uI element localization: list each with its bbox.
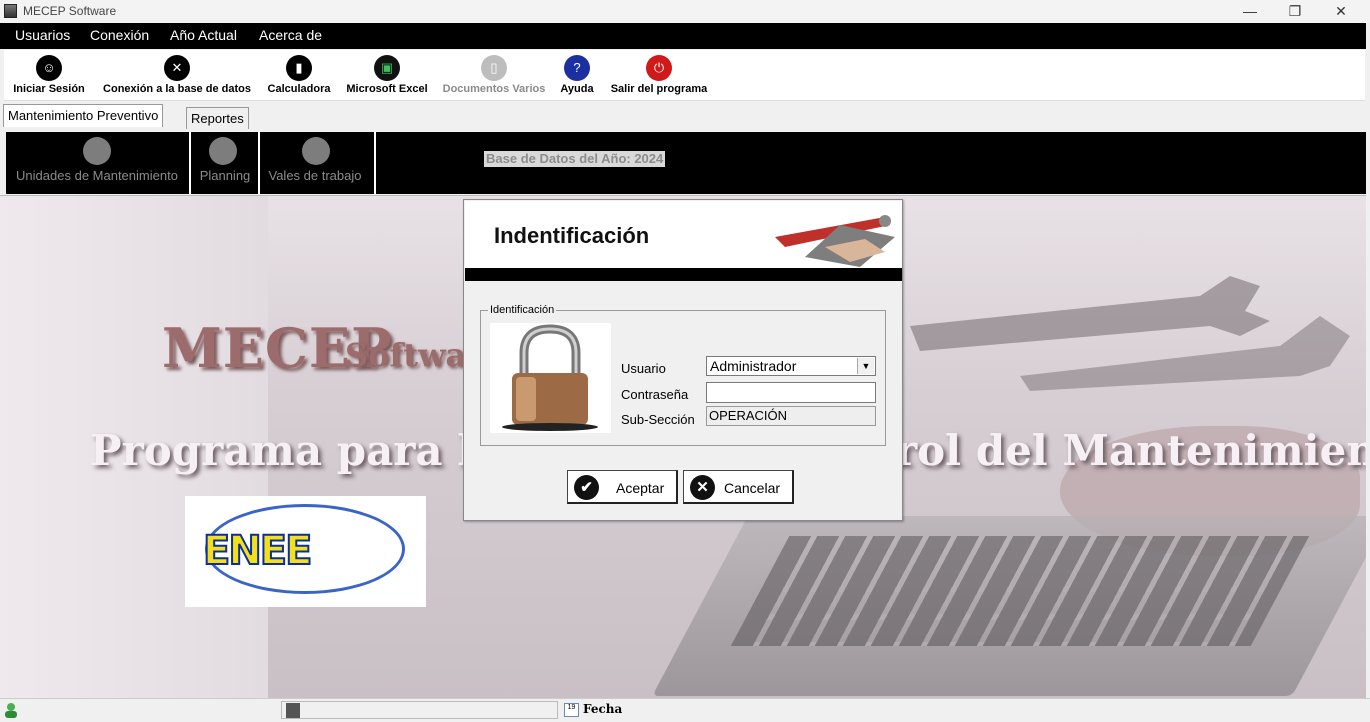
wrench-graphic [910, 276, 1350, 391]
background-subtitle-right: rol del Mantenimiento [895, 426, 1366, 475]
tab-strip: Mantenimiento Preventivo Reportes [0, 104, 1366, 129]
planning-icon [209, 137, 237, 165]
fecha-label: Fecha [583, 702, 623, 716]
usuario-selected-value: Administrador [710, 358, 797, 374]
user-login-icon: ☺ [36, 55, 62, 81]
close-icon: ✕ [690, 475, 715, 500]
calculadora-button[interactable]: ▮ Calculadora [265, 50, 333, 100]
usuario-select[interactable]: Administrador ▼ [706, 356, 876, 376]
ribbon-divider [258, 132, 260, 194]
power-icon: ⏻ [646, 55, 672, 81]
dialog-title: Indentificación [494, 223, 650, 248]
unidades-mantenimiento-button[interactable]: Unidades de Mantenimiento [6, 132, 188, 194]
keyboard-graphic [730, 536, 1310, 646]
tab-reportes[interactable]: Reportes [186, 107, 249, 129]
ribbon-panel: Unidades de Mantenimiento Planning Vales… [6, 132, 1366, 194]
document-icon: ▯ [481, 55, 507, 81]
planning-button[interactable]: Planning [192, 132, 258, 194]
app-icon [4, 4, 17, 18]
calendar-icon: 19 [564, 703, 579, 717]
help-icon: ? [564, 55, 590, 81]
group-legend: Identificación [488, 304, 557, 316]
contrasena-label: Contraseña [621, 387, 689, 402]
menu-conexion[interactable]: Conexión [90, 27, 149, 43]
close-button[interactable]: ✕ [1318, 0, 1364, 23]
menu-acerca-de[interactable]: Acerca de [259, 27, 322, 43]
database-year-label: Base de Datos del Año: 2024 [484, 151, 666, 167]
password-field[interactable] [706, 382, 876, 403]
dialog-header-bar [465, 268, 902, 281]
calculator-icon: ▮ [286, 55, 312, 81]
chevron-down-icon[interactable]: ▼ [857, 358, 874, 374]
excel-icon: ▣ [374, 55, 400, 81]
status-bar: 19 Fecha [0, 698, 1370, 722]
menu-bar: Usuarios Conexión Año Actual Acerca de [0, 23, 1366, 49]
microsoft-excel-button[interactable]: ▣ Microsoft Excel [342, 50, 432, 100]
title-bar: MECEP Software — ❐ ✕ [0, 0, 1370, 23]
toolbar: ☺ Iniciar Sesión ✕ Conexión a la base de… [4, 50, 1365, 101]
app-status-icon [286, 703, 300, 718]
cancelar-button[interactable]: ✕ Cancelar [683, 470, 794, 504]
enee-logo: ENEE [185, 496, 426, 607]
ribbon-divider [374, 132, 376, 194]
status-panel [281, 701, 558, 719]
menu-usuarios[interactable]: Usuarios [15, 27, 70, 43]
logo-text: ENEE [202, 527, 313, 575]
vales-trabajo-button[interactable]: Vales de trabajo [262, 132, 368, 194]
document-icon [302, 137, 330, 165]
window-title: MECEP Software [23, 4, 117, 18]
aceptar-button[interactable]: ✔ Aceptar [567, 470, 678, 504]
salir-programa-button[interactable]: ⏻ Salir del programa [605, 50, 713, 100]
ribbon-divider [189, 132, 191, 194]
subseccion-label: Sub-Sección [621, 412, 695, 427]
check-icon: ✔ [574, 475, 599, 500]
laptop-tools-image [775, 215, 895, 267]
subseccion-value: OPERACIÓN [709, 408, 788, 423]
gears-icon [83, 137, 111, 165]
minimize-button[interactable]: — [1227, 0, 1273, 23]
menu-anio-actual[interactable]: Año Actual [170, 27, 237, 43]
tools-icon: ✕ [164, 55, 190, 81]
restore-button[interactable]: ❐ [1272, 0, 1318, 23]
padlock-icon [490, 323, 611, 433]
usuario-label: Usuario [621, 361, 666, 376]
dialog-header: Indentificación [465, 201, 902, 268]
login-dialog: Indentificación Identificación Usuario A… [463, 199, 903, 521]
tab-mantenimiento-preventivo[interactable]: Mantenimiento Preventivo [3, 104, 164, 127]
iniciar-sesion-button[interactable]: ☺ Iniciar Sesión [10, 50, 88, 100]
subseccion-field: OPERACIÓN [706, 406, 876, 426]
conexion-bd-button[interactable]: ✕ Conexión a la base de datos [98, 50, 256, 100]
documentos-varios-button[interactable]: ▯ Documentos Varios [438, 50, 550, 100]
ayuda-button[interactable]: ? Ayuda [557, 50, 597, 100]
user-status-icon [5, 703, 17, 718]
